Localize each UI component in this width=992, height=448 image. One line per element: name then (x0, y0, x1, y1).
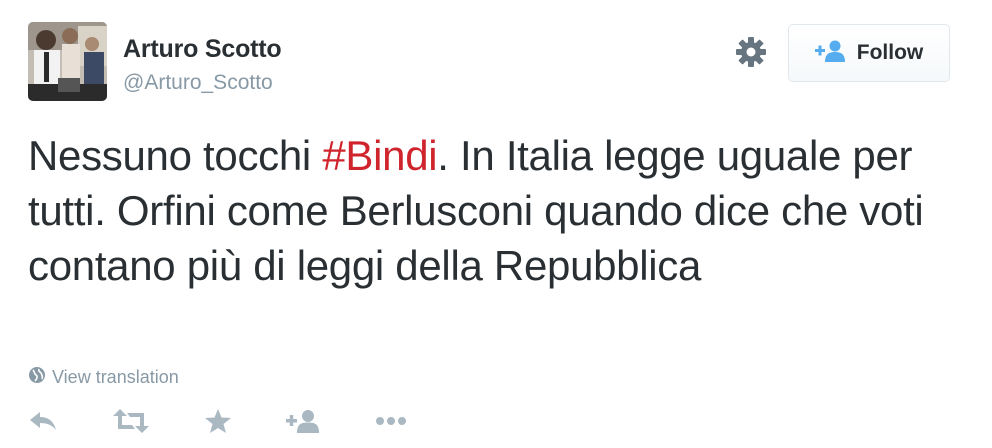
user-fullname[interactable]: Arturo Scotto (123, 34, 282, 64)
globe-icon (28, 366, 46, 389)
hashtag-link[interactable]: #Bindi (322, 132, 437, 179)
favorite-icon[interactable] (204, 404, 232, 438)
reply-icon[interactable] (28, 404, 58, 438)
retweet-icon[interactable] (112, 404, 150, 438)
user-handle[interactable]: @Arturo_Scotto (123, 70, 282, 96)
tweet-text: Nessuno tocchi #Bindi. In Italia legge u… (28, 128, 968, 293)
gear-icon[interactable] (733, 34, 769, 70)
add-user-icon (814, 40, 847, 67)
avatar[interactable] (28, 22, 107, 101)
follow-button[interactable]: Follow (788, 24, 950, 82)
view-translation-link[interactable]: View translation (28, 366, 179, 389)
user-info[interactable]: Arturo Scotto @Arturo_Scotto (123, 34, 282, 96)
avatar-image (28, 22, 107, 101)
follow-button-label: Follow (856, 41, 924, 64)
follow-icon[interactable] (286, 404, 320, 438)
more-icon[interactable] (375, 404, 407, 438)
view-translation-label: View translation (52, 367, 179, 387)
tweet-text-before: Nessuno tocchi (28, 132, 323, 179)
